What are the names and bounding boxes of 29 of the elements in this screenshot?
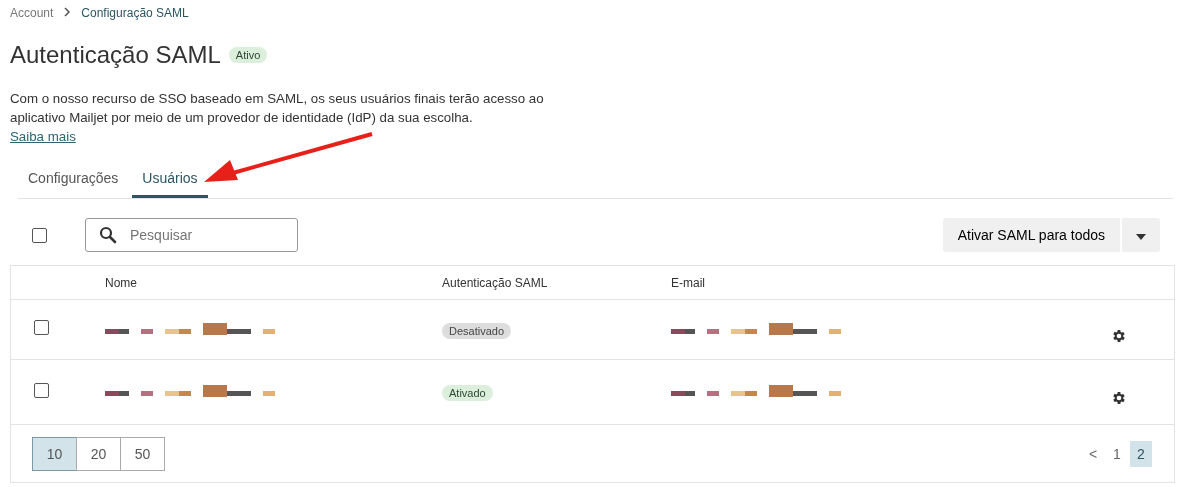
- status-badge: Desativado: [442, 322, 512, 339]
- settings-icon[interactable]: [1111, 390, 1127, 406]
- page-button[interactable]: 2: [1130, 440, 1152, 467]
- status-badge: Ativado: [442, 385, 493, 401]
- column-header: Autenticação SAML: [442, 275, 549, 290]
- search-icon: [99, 226, 117, 244]
- tab[interactable]: Configurações: [18, 160, 129, 198]
- select-all-checkbox[interactable]: [32, 227, 47, 243]
- breadcrumb-link[interactable]: Configuração SAML: [81, 6, 189, 20]
- settings-icon[interactable]: [1111, 327, 1127, 344]
- row-checkbox[interactable]: [34, 320, 49, 335]
- column-header: E-mail: [671, 275, 706, 290]
- breadcrumb-link[interactable]: Account: [10, 6, 54, 20]
- status-badge: Ativo: [228, 47, 268, 63]
- activate-all-button[interactable]: Ativar SAML para todos: [942, 218, 1120, 252]
- description-text: Com o nosso recurso de SSO baseado em SAML, os seus usuários finais terão acesso ao aplicativo Mailjet por meio de um provedor de identidade (IdP) da sua escolha. Saiba mais: [10, 90, 545, 146]
- caret-down-icon: [1136, 233, 1146, 240]
- tab[interactable]: Usuários: [132, 160, 208, 198]
- row-checkbox[interactable]: [34, 382, 49, 398]
- column-header: Nome: [105, 275, 138, 290]
- page-title: Autenticação SAML: [10, 41, 221, 69]
- page-size-button[interactable]: 50: [120, 436, 165, 471]
- dropdown-button[interactable]: [1122, 218, 1160, 252]
- learn-more-link[interactable]: Saiba mais: [10, 129, 76, 144]
- page-size-button[interactable]: 20: [76, 436, 121, 471]
- previous-page-button[interactable]: <: [1082, 440, 1104, 467]
- page-button[interactable]: 1: [1106, 440, 1128, 467]
- search-field[interactable]: Pesquisar: [85, 218, 298, 252]
- page-size-button[interactable]: 10: [32, 436, 77, 471]
